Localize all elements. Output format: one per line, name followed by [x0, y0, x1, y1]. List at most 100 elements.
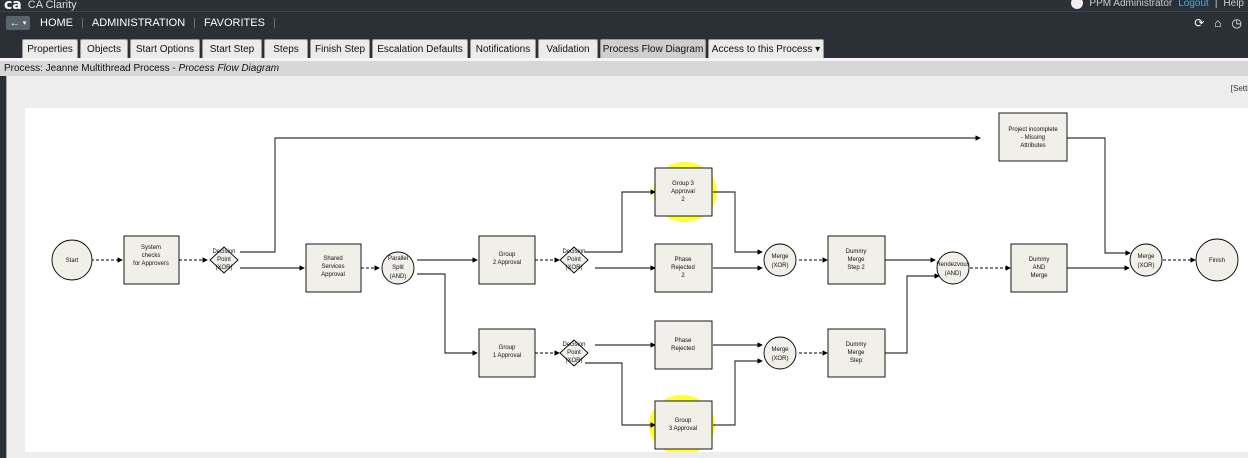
diagram-canvas: Start Finish System checks for Approvers…	[25, 108, 1248, 455]
step-label: checks	[142, 253, 161, 259]
node-label: Split	[392, 265, 404, 271]
nav-home[interactable]: HOME	[40, 17, 73, 29]
node-label: (XOR)	[772, 356, 789, 362]
step-label: Merge	[1030, 273, 1048, 279]
step-label: Dummy	[1029, 257, 1050, 263]
step-label: Group 3	[672, 181, 694, 187]
tab-finish-step[interactable]: Finish Step	[310, 39, 370, 58]
rendezvous[interactable]: Rendezvous (AND)	[936, 251, 970, 285]
settings-link[interactable]: [Setti	[1231, 84, 1248, 93]
app-name: CA Clarity	[27, 0, 77, 11]
merge-xor-final[interactable]: Merge (XOR)	[1129, 243, 1163, 277]
decision-label: Decision	[562, 342, 585, 348]
step-label: for Approvers	[133, 261, 169, 267]
step-system-checks[interactable]: System checks for Approvers	[123, 235, 180, 285]
tab-notifications[interactable]: Notifications	[470, 39, 536, 58]
step-label: Dummy	[846, 342, 867, 348]
step-label: Attributes	[1020, 143, 1045, 149]
node-label: (XOR)	[772, 263, 789, 269]
decision-point-1[interactable]: Decision Point (XOR)	[209, 246, 239, 274]
home-icon[interactable]: ⌂	[1214, 16, 1221, 30]
step-label: Shared	[323, 256, 342, 262]
step-dummy-merge-step2[interactable]: Dummy Merge Step 2	[827, 235, 886, 285]
decision-label: (XOR)	[566, 265, 583, 271]
tab-validation[interactable]: Validation	[538, 39, 598, 58]
decision-point-2[interactable]: Decision Point (XOR)	[559, 246, 589, 274]
node-label: (AND)	[945, 271, 962, 277]
process-flow-diagram: Start Finish System checks for Approvers…	[51, 112, 1239, 455]
step-group3-approval[interactable]: Group 3 Approval	[654, 400, 713, 450]
node-label: Merge	[1137, 254, 1155, 260]
node-label: (XOR)	[1138, 263, 1155, 269]
step-label: Dummy	[846, 249, 867, 255]
refresh-icon[interactable]: ⟳	[1194, 16, 1204, 30]
nav-favorites[interactable]: FAVORITES	[204, 17, 265, 29]
help-link[interactable]: Help	[1223, 0, 1244, 9]
step-label: Approval	[671, 189, 695, 195]
divider: |	[1214, 0, 1218, 9]
tab-objects[interactable]: Objects	[80, 39, 128, 58]
node-label: Merge	[771, 347, 789, 353]
step-label: Step	[850, 358, 863, 364]
tab-process-flow-diagram[interactable]: Process Flow Diagram	[600, 39, 706, 58]
step-label: System	[141, 245, 161, 251]
step-label: Phase	[674, 257, 692, 263]
tab-escalation-defaults[interactable]: Escalation Defaults	[372, 39, 468, 58]
node-label: Merge	[771, 254, 789, 260]
step-dummy-merge-step[interactable]: Dummy Merge Step	[827, 328, 886, 378]
tab-access[interactable]: Access to this Process ▾	[708, 39, 824, 58]
node-label: Rendezvous	[936, 262, 969, 268]
nav-separator: |	[193, 17, 197, 29]
parallel-split[interactable]: Parallel Split (AND)	[381, 251, 415, 285]
back-arrow-icon: ←	[9, 17, 20, 29]
step-label: - Missing	[1021, 135, 1045, 141]
decision-label: Decision	[212, 249, 235, 255]
step-label: Step 2	[847, 265, 865, 271]
step-shared-services[interactable]: Shared Services Approval	[305, 243, 362, 293]
tab-start-options[interactable]: Start Options	[130, 39, 200, 58]
tab-start-step[interactable]: Start Step	[202, 39, 262, 58]
tab-bar: Properties Objects Start Options Start S…	[0, 35, 1248, 58]
merge-xor-2[interactable]: Merge (XOR)	[763, 336, 797, 370]
step-label: Group	[675, 418, 692, 424]
decision-label: Decision	[562, 249, 585, 255]
step-label: 2 Approval	[493, 260, 521, 266]
nav-separator: |	[272, 17, 276, 29]
tab-steps[interactable]: Steps	[264, 39, 308, 58]
top-bar: ca CA Clarity PPM Administrator Logout |…	[0, 0, 1248, 13]
step-label: Rejected	[671, 346, 695, 352]
decision-label: (XOR)	[566, 358, 583, 364]
breadcrumb: Process: Jeanne Multithread Process - Pr…	[0, 61, 1248, 76]
decision-point-3[interactable]: Decision Point (XOR)	[559, 339, 589, 367]
step-phase-rejected[interactable]: Phase Rejected	[654, 320, 713, 370]
finish-node[interactable]: Finish	[1195, 238, 1239, 282]
step-project-incomplete[interactable]: Project incomplete - Missing Attributes	[998, 112, 1068, 162]
breadcrumb-page: Process Flow Diagram	[178, 63, 280, 74]
back-button[interactable]: ← ▾	[6, 16, 30, 30]
user-area: PPM Administrator Logout | Help	[1071, 0, 1244, 9]
user-name: PPM Administrator	[1089, 0, 1173, 9]
decision-label: Point	[567, 350, 581, 356]
nav-separator: |	[81, 17, 84, 29]
step-label: Merge	[847, 257, 865, 263]
step-group3-approval2[interactable]: Group 3 Approval 2	[654, 167, 713, 217]
node-label: (AND)	[390, 274, 407, 280]
step-label: Rejected	[671, 265, 695, 271]
step-label: Project incomplete	[1008, 127, 1058, 133]
step-group1-approval[interactable]: Group 1 Approval	[478, 328, 536, 378]
step-label: Group	[499, 345, 516, 351]
merge-xor-1[interactable]: Merge (XOR)	[763, 243, 797, 277]
start-node[interactable]: Start	[51, 239, 93, 281]
step-label: Phase	[674, 338, 692, 344]
tab-properties[interactable]: Properties	[22, 39, 78, 58]
clock-icon[interactable]: ◷	[1232, 16, 1242, 30]
avatar[interactable]	[1071, 0, 1084, 9]
step-phase-rejected2[interactable]: Phase Rejected 2	[654, 243, 713, 293]
step-label: Approval	[321, 272, 345, 278]
finish-label: Finish	[1209, 258, 1225, 264]
nav-administration[interactable]: ADMINISTRATION	[92, 17, 185, 29]
content-panel: [Setti Start Finish System checks for Ap…	[6, 76, 1248, 458]
step-dummy-and-merge[interactable]: Dummy AND Merge	[1010, 243, 1068, 293]
step-group2-approval[interactable]: Group 2 Approval	[478, 235, 536, 285]
logout-link[interactable]: Logout	[1178, 0, 1209, 9]
